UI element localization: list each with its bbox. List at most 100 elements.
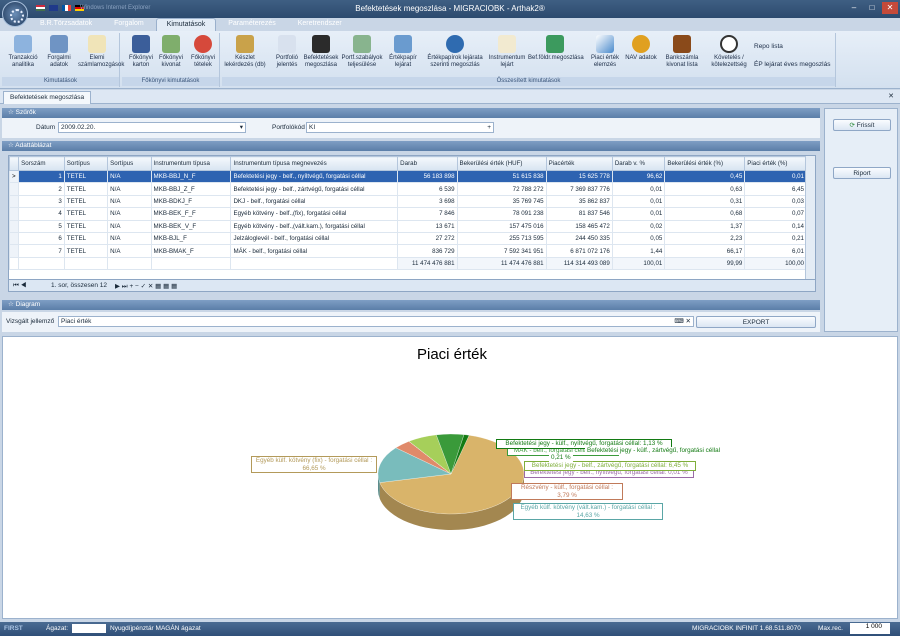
table-cell[interactable]: MKB-BJL_F — [150, 231, 232, 246]
nav-first-icon[interactable]: ⏮ ◀ — [13, 282, 26, 290]
date-field[interactable]: 2009.02.20. ▾ — [58, 122, 246, 133]
table-cell[interactable]: 81 837 546 — [545, 207, 613, 221]
ep-lejarat-link[interactable]: ÉP lejárat éves megoszlás — [754, 61, 830, 68]
table-row[interactable]: 3 TETEL N/A MKB-BDKJ_F DKJ - belf., forgatás… — [9, 194, 807, 209]
portfolio-field[interactable]: KI + — [306, 122, 494, 133]
table-cell[interactable]: N/A — [107, 194, 152, 209]
table-cell[interactable]: TETEL — [63, 219, 109, 233]
piaci-ertek-elemzes-button[interactable]: Piaci érték elemzés — [586, 35, 624, 69]
table-row[interactable]: 6 TETEL N/A MKB-BJL_F Jelzáloglevél - belf.,… — [9, 231, 807, 246]
col-megnevezes[interactable]: Instrumentum típusa megnevezés — [230, 156, 399, 171]
table-cell[interactable]: 6,45 — [744, 182, 807, 196]
table-cell[interactable]: TETEL — [63, 182, 109, 196]
col-darab[interactable]: Darab — [397, 156, 458, 171]
table-cell[interactable]: 6 — [18, 231, 65, 246]
table-cell[interactable]: 0,07 — [744, 207, 807, 221]
table-cell[interactable]: 2 — [18, 182, 65, 196]
table-cell[interactable]: MKB-BEK_F_F — [150, 207, 232, 221]
table-cell[interactable]: 27 272 — [397, 231, 458, 246]
table-cell[interactable]: 7 846 — [397, 207, 458, 221]
table-cell[interactable]: 15 625 778 — [545, 169, 613, 184]
table-cell[interactable]: 6 539 — [397, 182, 458, 196]
section-filters[interactable]: ☆ Szűrők — [2, 108, 820, 118]
table-cell[interactable]: 0,01 — [611, 182, 666, 196]
col-sortipus-2[interactable]: Sortípus — [107, 156, 152, 171]
instrumentum-lejart-button[interactable]: Instrumentum lejárt — [488, 35, 526, 69]
table-cell[interactable]: 5 — [18, 219, 65, 233]
table-cell[interactable]: 0,14 — [744, 219, 807, 233]
row-indicator[interactable] — [9, 194, 20, 209]
ertekpapir-lejarat-button[interactable]: Értékpapír lejárat — [386, 35, 420, 69]
table-cell[interactable]: 1,37 — [664, 219, 746, 233]
tab-keretrendszer[interactable]: Keretrendszer — [288, 18, 352, 32]
tranzakcio-analitika-button[interactable]: Tranzakció analitika — [4, 35, 42, 69]
row-indicator[interactable] — [9, 244, 20, 258]
close-icon[interactable]: ✕ — [882, 2, 898, 14]
table-cell[interactable]: DKJ - belf., forgatási céllal — [230, 194, 399, 209]
table-cell[interactable]: 7 592 341 951 — [456, 244, 547, 258]
col-piaci-pct[interactable]: Piaci érték (%) — [744, 156, 807, 171]
table-cell[interactable]: 35 862 837 — [545, 194, 613, 209]
table-cell[interactable]: 78 091 238 — [456, 207, 547, 221]
table-cell[interactable]: 6 871 072 176 — [545, 244, 613, 258]
row-indicator[interactable] — [9, 207, 20, 221]
keszlet-lekerdezes-button[interactable]: Készlet lekérdezés (db) — [222, 35, 268, 69]
table-cell[interactable]: MKB-BBJ_Z_F — [150, 182, 232, 196]
table-cell[interactable]: 7 369 837 776 — [545, 182, 613, 196]
table-cell[interactable]: N/A — [107, 182, 152, 196]
row-indicator[interactable] — [9, 182, 20, 196]
clear-icon[interactable]: ⌨ ✕ — [674, 317, 691, 327]
table-row[interactable]: >1 TETEL N/A MKB-BBJ_N_F Befektetési jegy - … — [9, 169, 807, 184]
row-indicator[interactable]: > — [9, 169, 20, 184]
close-doc-icon[interactable]: ✕ — [888, 92, 894, 100]
table-cell[interactable]: 6,01 — [744, 244, 807, 258]
table-cell[interactable]: 0,02 — [611, 219, 666, 233]
table-cell[interactable]: 72 788 272 — [456, 182, 547, 196]
export-button[interactable]: EXPORT — [696, 316, 816, 328]
table-cell[interactable]: TETEL — [63, 169, 109, 184]
table-cell[interactable]: 4 — [18, 207, 65, 221]
app-logo-icon[interactable] — [2, 1, 28, 27]
col-sorszam[interactable]: Sorszám — [18, 156, 65, 171]
table-cell[interactable]: 0,01 — [611, 194, 666, 209]
elemi-szamlamozgasok-button[interactable]: Elemi számlamozgások — [78, 35, 124, 69]
chevron-down-icon[interactable]: ▾ — [240, 123, 243, 133]
report-button[interactable]: Riport — [833, 167, 891, 179]
fokonyvi-tetelek-button[interactable]: Főkönyvi tételek — [184, 35, 222, 69]
table-cell[interactable]: 1 — [18, 169, 65, 184]
table-cell[interactable]: MÁK - belf., forgatási céllal — [230, 244, 399, 258]
repo-lista-link[interactable]: Repo lista — [754, 43, 783, 50]
minimize-icon[interactable]: – — [846, 2, 862, 14]
table-row[interactable]: 5 TETEL N/A MKB-BEK_V_F Egyéb kötvény - belf… — [9, 219, 807, 233]
table-cell[interactable]: 0,05 — [611, 231, 666, 246]
table-cell[interactable]: Egyéb kötvény - belf.,(fix), forgatási c… — [230, 207, 399, 221]
table-row[interactable]: 2 TETEL N/A MKB-BBJ_Z_F Befektetési jegy - b… — [9, 182, 807, 196]
table-cell[interactable]: 2,23 — [664, 231, 746, 246]
table-cell[interactable]: MKB-BEK_V_F — [150, 219, 232, 233]
refresh-button[interactable]: ⟳ Frissít — [833, 119, 891, 131]
tab-forgalom[interactable]: Forgalom — [104, 18, 154, 32]
table-cell[interactable]: TETEL — [63, 244, 109, 258]
bef-foldr-megoszlasa-button[interactable]: Bef.földr.megoszlása — [528, 35, 584, 62]
table-cell[interactable]: 96,62 — [611, 169, 666, 184]
col-piacertek[interactable]: Piacérték — [545, 156, 613, 171]
table-cell[interactable]: 157 475 016 — [456, 219, 547, 233]
table-cell[interactable]: 66,17 — [664, 244, 746, 258]
table-cell[interactable]: 1,44 — [611, 244, 666, 258]
plus-icon[interactable]: + — [487, 123, 491, 133]
col-instrumentum-tipusa[interactable]: Instrumentum típusa — [150, 156, 232, 171]
table-cell[interactable]: N/A — [107, 169, 152, 184]
forgalmi-adatok-button[interactable]: Forgalmi adatok — [40, 35, 78, 69]
table-cell[interactable]: 56 183 898 — [397, 169, 458, 184]
table-cell[interactable]: Egyéb kötvény - belf.,(vált.kam.), forga… — [230, 219, 399, 233]
bankszamla-kivonat-button[interactable]: Bankszámla kivonat lista — [660, 35, 704, 69]
table-row[interactable]: 7 TETEL N/A MKB-BMAK_F MÁK - belf., forgatás… — [9, 244, 807, 258]
vizsgalt-jellemzo-field[interactable]: Piaci érték ⌨ ✕ — [58, 316, 694, 327]
table-cell[interactable]: 244 450 335 — [545, 231, 613, 246]
table-cell[interactable]: TETEL — [63, 194, 109, 209]
table-cell[interactable]: 0,01 — [611, 207, 666, 221]
maximize-icon[interactable]: □ — [864, 2, 880, 14]
table-cell[interactable]: 0,03 — [744, 194, 807, 209]
ertekpapirok-lejarata-button[interactable]: Értékpapírok lejárata szerinti megoszlás — [422, 35, 488, 69]
table-cell[interactable]: 158 465 472 — [545, 219, 613, 233]
